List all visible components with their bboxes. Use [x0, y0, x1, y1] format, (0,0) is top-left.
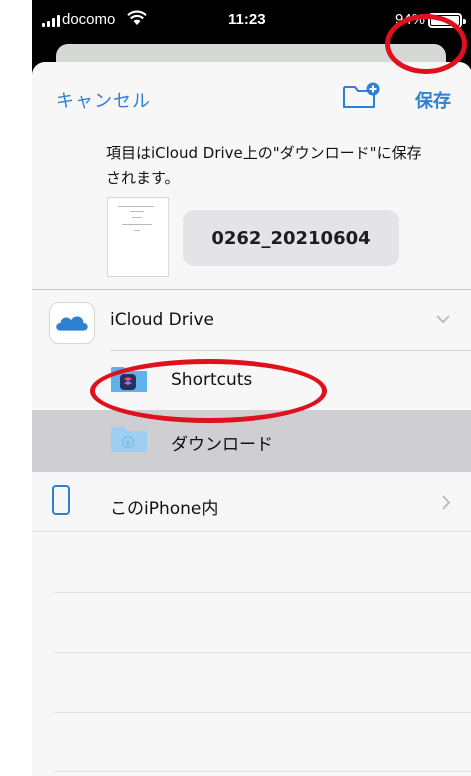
location-row-on-iphone[interactable]: このiPhone内 [32, 472, 471, 532]
chevron-down-icon[interactable] [436, 314, 450, 324]
wifi-icon [127, 10, 147, 25]
download-folder-icon [111, 427, 147, 452]
empty-row-divider [54, 712, 471, 713]
save-button[interactable]: 保存 [415, 87, 451, 113]
empty-row-divider [54, 652, 471, 653]
signal-icon [42, 15, 60, 27]
status-time: 11:23 [228, 11, 266, 28]
phone-screen: docomo 11:23 94% キャンセル 保存 項目はiCloud Driv… [32, 0, 471, 776]
chevron-right-icon[interactable] [441, 495, 451, 510]
divider [110, 350, 471, 351]
iphone-icon [52, 485, 70, 515]
location-label: このiPhone内 [110, 499, 219, 519]
sheet-nav-bar: キャンセル 保存 [32, 62, 471, 122]
location-label: ダウンロード [171, 435, 273, 455]
file-thumbnail [107, 197, 169, 277]
save-location-description: 項目はiCloud Drive上の"ダウンロード"に保存されます。 [106, 144, 422, 187]
downloads-highlight-circle [90, 359, 327, 423]
empty-row-divider [54, 771, 471, 772]
cancel-button[interactable]: キャンセル [56, 87, 151, 113]
location-label: iCloud Drive [110, 310, 215, 330]
carrier-name: docomo [62, 11, 116, 28]
location-row-icloud-drive[interactable]: iCloud Drive [32, 290, 471, 350]
divider [32, 531, 471, 532]
filename-field[interactable]: 0262_20210604 [183, 210, 399, 266]
empty-row-divider [54, 592, 471, 593]
new-folder-icon[interactable] [342, 82, 380, 110]
cloud-icon [49, 302, 95, 344]
save-highlight-circle [385, 14, 467, 74]
